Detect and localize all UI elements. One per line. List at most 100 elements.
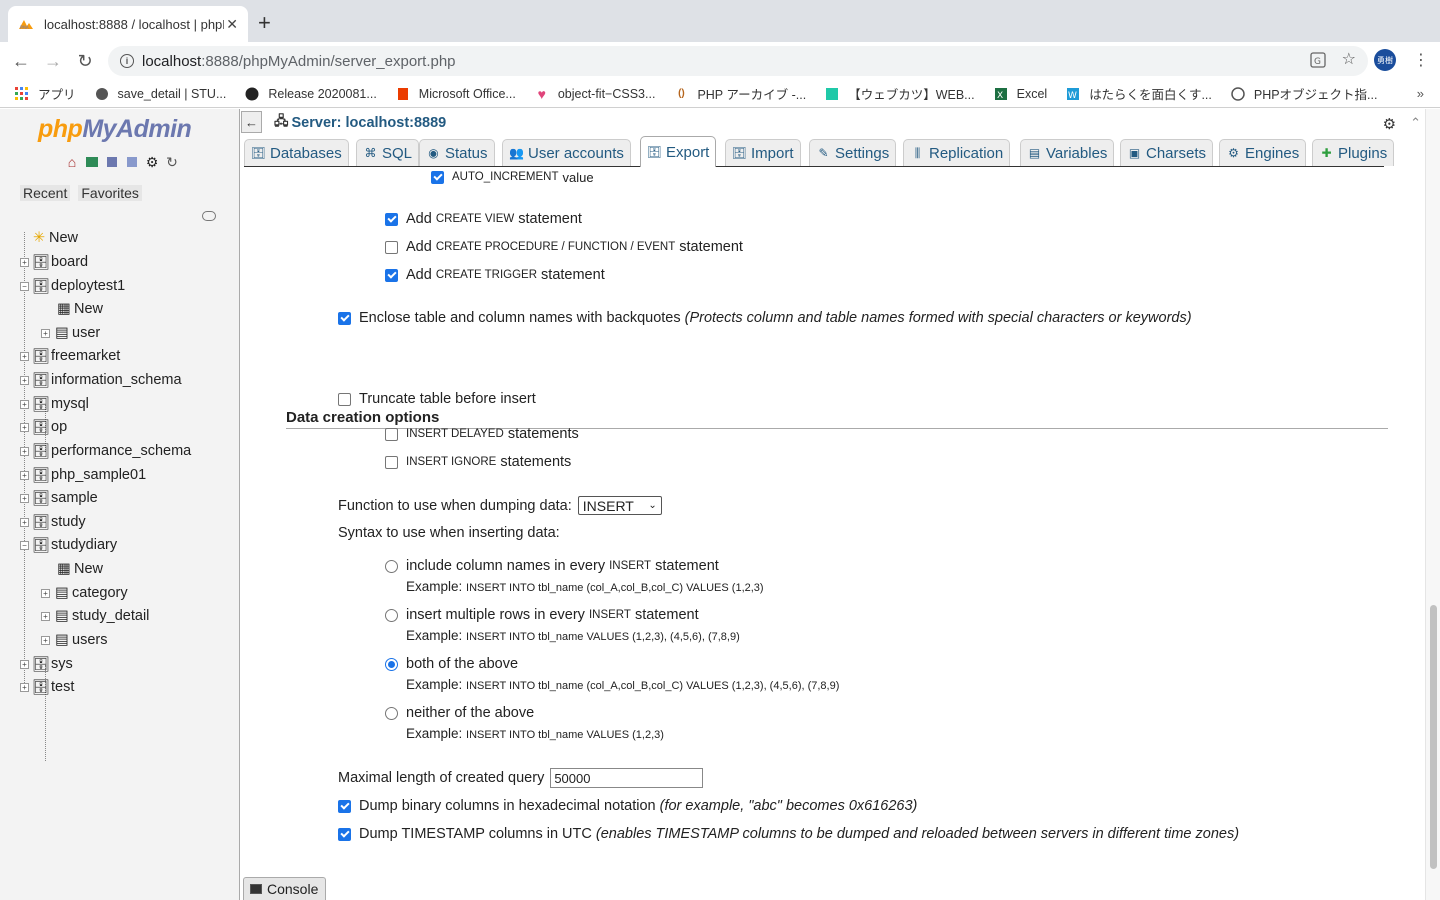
max-length-input[interactable]: 50000 (550, 768, 704, 788)
menu-kebab-icon[interactable]: ⋮ (1413, 50, 1429, 70)
tab-charsets[interactable]: ▣ Charsets (1120, 139, 1214, 166)
expand-icon[interactable]: + (41, 588, 50, 598)
bookmark-star-icon[interactable]: ☆ (1342, 52, 1356, 71)
enclose-backquotes-checkbox[interactable] (338, 311, 351, 325)
docs-icon[interactable] (124, 154, 140, 170)
collapse-navigation-icon[interactable]: ← (241, 111, 262, 133)
auto-increment-checkbox[interactable] (431, 170, 444, 184)
expand-icon[interactable]: + (20, 375, 29, 385)
expand-icon[interactable]: + (20, 257, 29, 267)
syntax-option-4[interactable]: neither of the above (385, 705, 534, 721)
phpmyadmin-logo[interactable]: phpMyAdmin (38, 115, 192, 144)
bookmark-item[interactable]: save_detail | STU... (94, 86, 226, 102)
expand-icon[interactable]: + (20, 422, 29, 432)
translate-icon[interactable]: G (1310, 52, 1326, 71)
bookmark-item[interactable]: 【ウェブカツ】WEB... (824, 84, 975, 103)
expand-icon[interactable]: + (41, 635, 50, 645)
bookmarks-overflow-icon[interactable]: » (1417, 86, 1424, 101)
expand-icon[interactable]: + (20, 351, 29, 361)
syntax-option-2[interactable]: insert multiple rows in every INSERT sta… (385, 607, 699, 623)
tree-item-test[interactable]: + 🗄 test (20, 676, 74, 698)
tree-item-studydiary-new[interactable]: ▦ New (57, 558, 103, 580)
bookmark-item[interactable]: Release 2020081... (244, 86, 377, 102)
tab-engines[interactable]: ⚙ Engines (1219, 139, 1307, 166)
tree-item-sys[interactable]: + 🗄 sys (20, 653, 73, 675)
expand-icon[interactable]: + (41, 611, 50, 621)
bookmark-item[interactable]: () PHP アーカイブ -... (673, 84, 806, 103)
server-breadcrumb[interactable]: 🖧 Server: localhost:8889 (274, 112, 446, 134)
tab-databases[interactable]: 🗄 Databases (244, 139, 349, 166)
tree-item-deploytest1[interactable]: − 🗄 deploytest1 (20, 275, 125, 297)
dump-binary-checkbox[interactable] (338, 799, 351, 813)
insert-ignore-option[interactable]: INSERT IGNORE statements (385, 454, 571, 470)
tab-replication[interactable]: ⫼ Replication (903, 139, 1011, 166)
tab-plugins[interactable]: ✚ Plugins (1312, 139, 1395, 166)
tab-status[interactable]: ◉ Status (419, 139, 495, 166)
syntax-option-1[interactable]: include column names in every INSERT sta… (385, 558, 719, 574)
expand-icon[interactable]: + (20, 470, 29, 480)
bookmark-item[interactable]: W はたらくを面白くす... (1065, 84, 1212, 103)
browser-tab[interactable]: PMA localhost:8888 / localhost | phpMyAd… (8, 6, 248, 42)
create-trigger-checkbox[interactable] (385, 268, 398, 282)
new-tab-button[interactable]: + (258, 12, 271, 34)
create-view-checkbox[interactable] (385, 212, 398, 226)
logout-icon[interactable] (84, 154, 100, 170)
sql-query-icon[interactable] (104, 154, 120, 170)
expand-icon[interactable]: + (20, 399, 29, 409)
bookmark-item[interactable]: Microsoft Office... (395, 86, 516, 102)
tab-settings[interactable]: ✎ Settings (809, 139, 897, 166)
auto-increment-option[interactable]: AUTO_INCREMENT value (431, 169, 594, 185)
collapse-icon[interactable]: − (20, 281, 29, 291)
site-info-icon[interactable]: i (120, 54, 134, 68)
tree-item-mysql[interactable]: + 🗄 mysql (20, 393, 89, 415)
reload-navigation-icon[interactable]: ↻ (164, 154, 180, 170)
tab-user-accounts[interactable]: 👥 User accounts (502, 139, 631, 166)
expand-icon[interactable]: + (20, 659, 29, 669)
tab-close-icon[interactable]: ✕ (226, 16, 238, 33)
link-with-main-icon[interactable] (202, 211, 216, 221)
enclose-backquotes-option[interactable]: Enclose table and column names with back… (338, 310, 1192, 326)
tree-item-op[interactable]: + 🗄 op (20, 416, 67, 438)
tab-sql[interactable]: ⌘ SQL (356, 139, 420, 166)
tree-item-studydiary[interactable]: − 🗄 studydiary (20, 534, 117, 556)
bookmark-item[interactable]: PHPオブジェクト指... (1230, 84, 1377, 103)
page-scrollbar[interactable] (1425, 109, 1440, 900)
bookmark-item[interactable]: ♥ object-fit−CSS3... (534, 86, 656, 102)
tree-item-study-detail[interactable]: + ▤ study_detail (41, 605, 149, 627)
create-procedure-checkbox[interactable] (385, 240, 398, 254)
tree-item-category[interactable]: + ▤ category (41, 582, 128, 604)
tree-item-board[interactable]: + 🗄 board (20, 251, 88, 273)
tree-item-new[interactable]: ✳ New (32, 227, 78, 249)
tree-item-sample[interactable]: + 🗄 sample (20, 487, 98, 509)
truncate-option[interactable]: Truncate table before insert (338, 391, 536, 407)
dump-binary-option[interactable]: Dump binary columns in hexadecimal notat… (338, 798, 917, 814)
address-bar[interactable]: i localhost:8888/phpMyAdmin/server_expor… (108, 46, 1368, 76)
insert-ignore-checkbox[interactable] (385, 455, 398, 469)
tab-export[interactable]: 🗄 Export (640, 136, 717, 167)
expand-icon[interactable]: + (20, 682, 29, 692)
reload-icon[interactable]: ↻ (74, 50, 96, 72)
tree-item-study[interactable]: + 🗄 study (20, 511, 86, 533)
syntax-radio-3[interactable] (385, 657, 398, 671)
bookmark-item[interactable]: X Excel (993, 86, 1047, 102)
favorites-button[interactable]: Favorites (78, 185, 142, 201)
tree-item-deploytest1-new[interactable]: ▦ New (57, 298, 103, 320)
recent-button[interactable]: Recent (20, 185, 71, 201)
page-settings-gear-icon[interactable]: ⚙ (1383, 115, 1396, 133)
insert-delayed-checkbox[interactable] (385, 427, 398, 441)
create-view-option[interactable]: Add CREATE VIEW statement (385, 211, 582, 227)
tree-item-user[interactable]: + ▤ user (41, 322, 100, 344)
tree-item-freemarket[interactable]: + 🗄 freemarket (20, 345, 120, 367)
expand-icon[interactable]: + (20, 493, 29, 503)
expand-icon[interactable]: + (41, 328, 50, 338)
syntax-radio-4[interactable] (385, 706, 398, 720)
forward-icon[interactable]: → (42, 50, 64, 72)
tree-item-performance-schema[interactable]: + 🗄 performance_schema (20, 440, 191, 462)
avatar[interactable]: 勇樹 (1374, 49, 1396, 71)
syntax-radio-2[interactable] (385, 608, 398, 622)
scrollbar-thumb[interactable] (1430, 605, 1437, 869)
syntax-radio-1[interactable] (385, 559, 398, 573)
create-procedure-option[interactable]: Add CREATE PROCEDURE / FUNCTION / EVENT … (385, 239, 743, 255)
home-icon[interactable]: ⌂ (64, 154, 80, 170)
scroll-to-top-icon[interactable]: ⌃ (1410, 115, 1421, 133)
